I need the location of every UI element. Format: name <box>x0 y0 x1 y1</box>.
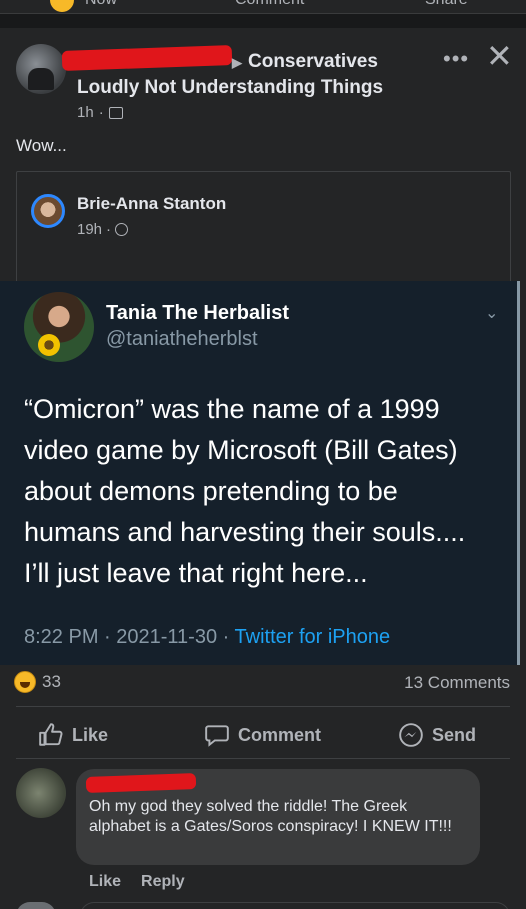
comment-button[interactable]: Comment <box>204 722 321 748</box>
comment-actions: Like Reply <box>89 873 185 891</box>
commenter-avatar[interactable] <box>16 768 66 818</box>
tweet-date: 2021-11-30 <box>116 626 218 648</box>
tweet-line: humans and harvesting their souls.... <box>24 517 466 547</box>
comment-reply-button[interactable]: Reply <box>141 873 185 891</box>
tweet-time: 8:22 PM <box>24 626 99 648</box>
send-label: Send <box>432 724 477 745</box>
shared-author-avatar[interactable] <box>31 194 65 228</box>
like-button[interactable]: Like <box>38 722 108 748</box>
haha-reaction-icon <box>14 671 36 693</box>
group-name[interactable]: ▶ Conservatives <box>232 51 378 73</box>
group-name-line2[interactable]: Loudly Not Understanding Things <box>77 77 383 99</box>
tweet-line: “Omicron” was the name of a 1999 <box>24 394 440 424</box>
top-share-label[interactable]: Share <box>425 0 468 9</box>
redacted-commenter-name <box>85 773 197 793</box>
divider <box>16 706 510 707</box>
tweet-line: I’ll just leave that right here... <box>24 558 368 588</box>
shared-author-name[interactable]: Brie-Anna Stanton <box>77 194 226 214</box>
comment-bubble: Oh my god they solved the riddle! The Gr… <box>76 769 480 865</box>
next-commenter-avatar[interactable] <box>16 902 56 909</box>
messenger-icon <box>399 723 423 747</box>
divider <box>16 758 510 759</box>
send-button[interactable]: Send <box>398 722 476 748</box>
comments-count[interactable]: 13 Comments <box>404 673 510 693</box>
triangle-right-icon: ▶ <box>232 55 242 70</box>
tweet-text: “Omicron” was the name of a 1999 video g… <box>24 389 494 594</box>
post-time-text: 1h <box>77 104 94 121</box>
reaction-summary[interactable]: 33 <box>14 671 61 693</box>
post-timestamp[interactable]: 1h · <box>77 104 123 121</box>
tweet-screenshot: Tania The Herbalist @taniatheherblst ⌄ “… <box>0 281 520 665</box>
top-action-bar: Now Comment Share <box>0 0 526 14</box>
thumbs-up-icon <box>39 723 63 746</box>
top-now-label[interactable]: Now <box>85 0 117 9</box>
more-options-icon[interactable]: ••• <box>443 46 469 72</box>
reaction-count: 33 <box>42 672 61 691</box>
next-comment-bubble <box>80 902 510 909</box>
globe-icon <box>115 223 129 236</box>
post-card: ▶ Conservatives Loudly Not Understanding … <box>0 28 526 909</box>
comment-like-button[interactable]: Like <box>89 873 121 891</box>
tweet-source: Twitter for iPhone <box>234 626 391 648</box>
redacted-name <box>61 45 233 71</box>
tweet-author-avatar <box>24 292 94 362</box>
top-comment-label[interactable]: Comment <box>235 0 304 9</box>
scrollbar <box>517 281 520 665</box>
comment-text: Oh my god they solved the riddle! The Gr… <box>89 798 452 835</box>
reaction-emoji-icon <box>50 0 74 12</box>
tweet-author-handle: @taniatheherblst <box>106 328 258 350</box>
shared-timestamp[interactable]: 19h · <box>77 221 129 238</box>
tweet-line: video game by Microsoft (Bill Gates) <box>24 435 458 465</box>
like-label: Like <box>72 724 109 745</box>
group-privacy-icon <box>108 106 123 119</box>
shared-time-text: 19h <box>77 221 103 238</box>
poster-avatar[interactable] <box>16 44 66 94</box>
chevron-down-icon: ⌄ <box>485 305 499 322</box>
post-text: Wow... <box>16 136 67 155</box>
tweet-author-name: Tania The Herbalist <box>106 302 290 324</box>
tweet-meta: 8:22 PM · 2021-11-30 · Twitter for iPhon… <box>24 626 391 648</box>
sunflower-icon <box>38 334 60 356</box>
comment-bubble-icon <box>205 725 229 747</box>
group-name-text: Conservatives <box>248 51 378 72</box>
comment-label: Comment <box>238 724 322 745</box>
close-icon[interactable]: ✕ <box>486 40 513 72</box>
tweet-line: about demons pretending to be <box>24 476 398 506</box>
